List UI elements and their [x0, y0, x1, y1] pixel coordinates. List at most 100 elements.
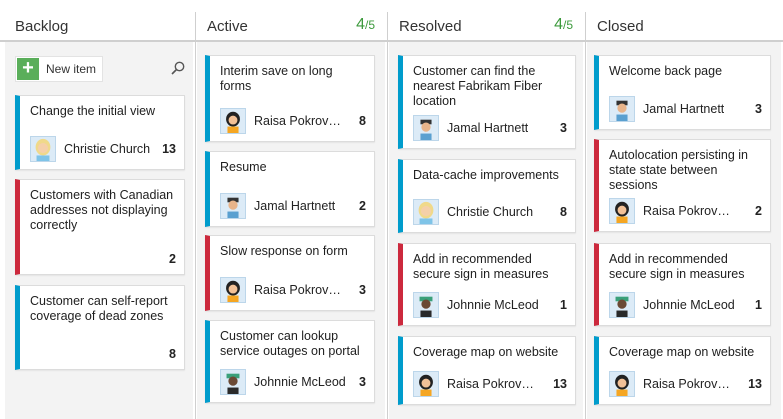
work-item-card[interactable]: Autolocation persisting in state state b… [594, 139, 771, 232]
assignee-name: Jamal Hartnett [254, 199, 336, 213]
work-item-card[interactable]: Customer can self-report coverage of dea… [15, 285, 185, 370]
new-item-label: New item [46, 62, 97, 76]
card-title[interactable]: Add in recommended secure sign in measur… [413, 252, 567, 282]
assignee-name: Raisa Pokrovsk... [643, 204, 735, 218]
story-points: 8 [359, 114, 366, 128]
card-title[interactable]: Data-cache improvements [413, 168, 567, 183]
card-assignee[interactable]: Jamal Hartnett 3 [609, 96, 762, 122]
wip-count: 4/5 [356, 16, 375, 33]
card-assignee[interactable]: Raisa Pokrovsk... 3 [220, 277, 366, 303]
work-item-card[interactable]: Coverage map on website Raisa Pokrovsk..… [398, 336, 576, 405]
story-points: 13 [162, 142, 176, 156]
assignee-name: Jamal Hartnett [447, 121, 529, 135]
work-item-card[interactable]: Change the initial view Christie Church … [15, 95, 185, 170]
work-item-card[interactable]: Add in recommended secure sign in measur… [594, 243, 771, 326]
person-avatar-icon [414, 372, 438, 396]
card-assignee[interactable]: Johnnie McLeod 1 [609, 292, 762, 318]
kanban-board: Backlog Active 4/5 Resolved 4/5 Closed +… [0, 0, 783, 419]
story-points: 2 [169, 252, 176, 266]
person-avatar-icon [221, 109, 245, 133]
card-title[interactable]: Customer can find the nearest Fabrikam F… [413, 64, 567, 109]
assignee-name: Raisa Pokrovsk... [254, 283, 346, 297]
story-points: 1 [755, 298, 762, 312]
story-points: 8 [560, 205, 567, 219]
story-points: 3 [560, 121, 567, 135]
card-title[interactable]: Resume [220, 160, 366, 175]
work-item-card[interactable]: Customers with Canadian addresses not di… [15, 179, 185, 275]
card-assignee[interactable]: Christie Church 13 [30, 136, 176, 162]
work-item-card[interactable]: Interim save on long forms Raisa Pokrovs… [205, 55, 375, 142]
card-assignee[interactable]: Raisa Pokrovsk... 13 [413, 371, 567, 397]
plus-icon: + [17, 58, 39, 80]
avatar-christie [413, 199, 439, 225]
column-divider [585, 12, 586, 419]
card-title[interactable]: Coverage map on website [413, 345, 567, 360]
work-item-card[interactable]: Slow response on form Raisa Pokrovsk... … [205, 235, 375, 311]
card-assignee[interactable]: Raisa Pokrovsk... 8 [220, 108, 366, 134]
avatar-raisa [413, 371, 439, 397]
work-item-card[interactable]: Customer can lookup service outages on p… [205, 320, 375, 403]
column-divider [195, 12, 196, 419]
assignee-name: Johnnie McLeod [643, 298, 735, 312]
column-title: Backlog [15, 18, 69, 35]
card-assignee[interactable]: Jamal Hartnett 3 [413, 115, 567, 141]
story-points: 13 [553, 377, 567, 391]
story-points: 2 [755, 204, 762, 218]
assignee-name: Raisa Pokrovsk... [254, 114, 346, 128]
card-title[interactable]: Interim save on long forms [220, 64, 366, 94]
assignee-name: Johnnie McLeod [254, 375, 346, 389]
column-title: Active [207, 18, 248, 35]
column-divider [387, 12, 388, 419]
avatar-johnnie [609, 292, 635, 318]
card-title[interactable]: Slow response on form [220, 244, 366, 259]
story-points: 3 [755, 102, 762, 116]
column-headers: Backlog Active 4/5 Resolved 4/5 Closed [0, 0, 783, 42]
person-avatar-icon [31, 137, 55, 161]
avatar-christie [30, 136, 56, 162]
card-title[interactable]: Customer can lookup service outages on p… [220, 329, 366, 359]
card-assignee[interactable]: Raisa Pokrovsk... 2 [609, 198, 762, 224]
search-icon[interactable] [170, 60, 186, 76]
card-title[interactable]: Welcome back page [609, 64, 762, 79]
avatar-jamal [609, 96, 635, 122]
work-item-card[interactable]: Coverage map on website Raisa Pokrovsk..… [594, 336, 771, 405]
person-avatar-icon [610, 293, 634, 317]
wip-count: 4/5 [554, 16, 573, 33]
card-assignee[interactable]: Christie Church 8 [413, 199, 567, 225]
assignee-name: Raisa Pokrovsk... [447, 377, 539, 391]
assignee-name: Jamal Hartnett [643, 102, 725, 116]
card-title[interactable]: Add in recommended secure sign in measur… [609, 252, 762, 282]
avatar-johnnie [220, 369, 246, 395]
work-item-card[interactable]: Welcome back page Jamal Hartnett 3 [594, 55, 771, 130]
work-item-card[interactable]: Add in recommended secure sign in measur… [398, 243, 576, 326]
person-avatar-icon [610, 97, 634, 121]
assignee-name: Christie Church [64, 142, 151, 156]
column-title: Closed [597, 18, 644, 35]
work-item-card[interactable]: Data-cache improvements Christie Church … [398, 159, 576, 233]
assignee-name: Christie Church [447, 205, 534, 219]
card-assignee[interactable]: Raisa Pokrovsk... 13 [609, 371, 762, 397]
column-header-resolved[interactable]: Resolved 4/5 [389, 0, 583, 42]
column-title: Resolved [399, 18, 462, 35]
story-points: 8 [169, 347, 176, 361]
card-title[interactable]: Customer can self-report coverage of dea… [30, 294, 176, 324]
card-title[interactable]: Change the initial view [30, 104, 176, 119]
column-header-backlog[interactable]: Backlog [5, 0, 193, 42]
person-avatar-icon [221, 194, 245, 218]
assignee-name: Johnnie McLeod [447, 298, 539, 312]
card-title[interactable]: Coverage map on website [609, 345, 762, 360]
column-header-closed[interactable]: Closed [587, 0, 781, 42]
person-avatar-icon [610, 199, 634, 223]
person-avatar-icon [414, 116, 438, 140]
card-title[interactable]: Customers with Canadian addresses not di… [30, 188, 176, 233]
work-item-card[interactable]: Customer can find the nearest Fabrikam F… [398, 55, 576, 149]
card-title[interactable]: Autolocation persisting in state state b… [609, 148, 762, 193]
work-item-card[interactable]: Resume Jamal Hartnett 2 [205, 151, 375, 227]
avatar-raisa [220, 108, 246, 134]
new-item-button[interactable]: + New item [15, 56, 103, 82]
card-assignee[interactable]: Johnnie McLeod 1 [413, 292, 567, 318]
card-assignee[interactable]: Jamal Hartnett 2 [220, 193, 366, 219]
card-assignee[interactable]: Johnnie McLeod 3 [220, 369, 366, 395]
person-avatar-icon [610, 372, 634, 396]
column-header-active[interactable]: Active 4/5 [197, 0, 385, 42]
